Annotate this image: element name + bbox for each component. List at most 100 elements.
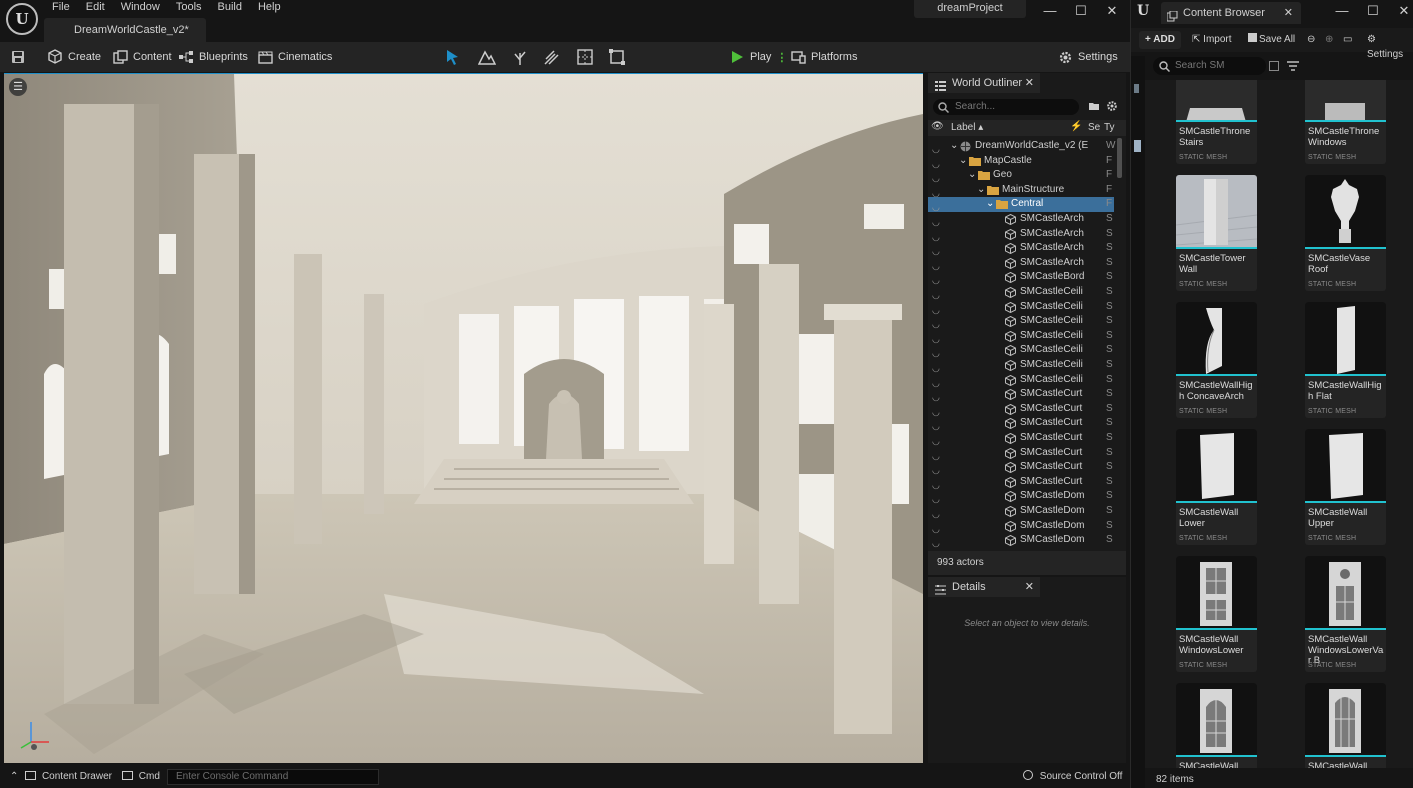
sources-scrollbar[interactable] (1134, 140, 1141, 152)
landscape-mode-icon[interactable] (477, 48, 497, 66)
outliner-row[interactable]: ◡ SMCastleCeili S (928, 300, 1114, 315)
level-document-tab[interactable]: DreamWorldCastle_v2* (44, 18, 206, 42)
save-button[interactable] (10, 47, 26, 67)
content-button[interactable]: Content (112, 47, 172, 67)
menu-build[interactable]: Build (210, 0, 250, 16)
outliner-row[interactable]: ◡ SMCastleCurt S (928, 416, 1114, 431)
close-button[interactable]: ✕ (1097, 3, 1127, 19)
asset-tile[interactable]: SMCastleWall WindowsUpperSTATIC MESH (1176, 683, 1257, 768)
create-button[interactable]: Create (47, 47, 101, 67)
outliner-row[interactable]: ◡ ⌄ MapCastle F (928, 154, 1114, 169)
maximize-button[interactable]: ☐ (1066, 3, 1096, 19)
add-button[interactable]: + ADD (1139, 31, 1181, 49)
close-tab-icon[interactable]: ✕ (1025, 73, 1034, 93)
level-viewport[interactable]: ☰ (4, 73, 923, 763)
source-control-button[interactable]: Source Control Off (1023, 770, 1122, 784)
mesh-paint-mode-icon[interactable] (543, 48, 561, 66)
outliner-row[interactable]: ◡ SMCastleCurt S (928, 446, 1114, 461)
outliner-row[interactable]: ◡ SMCastleCurt S (928, 402, 1114, 417)
sequencer-column-icon[interactable]: ⚡ (1070, 121, 1082, 132)
save-search-icon[interactable] (1269, 61, 1279, 74)
asset-tile[interactable]: SMCastleVase Roof STATIC MESH (1305, 175, 1386, 291)
label-column-header[interactable]: Label ▴ (951, 122, 983, 133)
sources-toggle[interactable] (1134, 84, 1139, 93)
outliner-row[interactable]: ◡ SMCastleArch S (928, 241, 1114, 256)
cb-settings-button[interactable]: ⚙ Settings (1367, 32, 1413, 62)
outliner-row[interactable]: ◡ ⌄ Central F (928, 197, 1114, 212)
visibility-eye-icon[interactable]: ◡ (932, 536, 940, 550)
console-command-input[interactable]: Enter Console Command (167, 769, 379, 785)
sources-panel-collapsed[interactable] (1131, 56, 1145, 788)
asset-tile[interactable]: SMCastleWall WindowsUpperVar BSTATIC MES… (1305, 683, 1386, 768)
outliner-row[interactable]: ◡ SMCastleCeili S (928, 373, 1114, 388)
asset-tile[interactable]: SMCastleWall WindowsLower STATIC MESH (1176, 556, 1257, 672)
asset-tile[interactable]: SMCastleWall WindowsLowerVar B STATIC MES… (1305, 556, 1386, 672)
world-outliner-tab[interactable]: World Outliner ✕ (928, 73, 1040, 93)
foliage-mode-icon[interactable] (511, 48, 529, 66)
unreal-logo-icon[interactable]: U (1137, 3, 1157, 23)
save-all-button[interactable]: Save All (1248, 32, 1295, 47)
cb-minimize-button[interactable]: — (1327, 3, 1357, 19)
type-column-header[interactable]: Ty (1104, 122, 1115, 133)
asset-tile[interactable]: SMCastleWall Upper STATIC MESH (1305, 429, 1386, 545)
outliner-row[interactable]: ◡ SMCastleCeili S (928, 343, 1114, 358)
chevron-down-icon[interactable]: ⌄ (977, 183, 985, 197)
chevron-down-icon[interactable]: ⌄ (950, 139, 958, 153)
outliner-row[interactable]: ◡ SMCastleArch S (928, 212, 1114, 227)
outliner-row[interactable]: ◡ SMCastleDom S (928, 489, 1114, 504)
outliner-row[interactable]: ◡ SMCastleDom S (928, 519, 1114, 534)
asset-tile[interactable]: SMCastleWallHigh ConcaveArch STATIC MESH (1176, 302, 1257, 418)
asset-tile[interactable]: SMCastleWall Lower STATIC MESH (1176, 429, 1257, 545)
history-back-icon[interactable]: ⊖ (1307, 32, 1315, 47)
cb-maximize-button[interactable]: ☐ (1358, 3, 1388, 19)
outliner-row[interactable]: ◡ SMCastleCurt S (928, 460, 1114, 475)
chevron-down-icon[interactable]: ⌄ (968, 168, 976, 182)
outliner-row[interactable]: ◡ ⌄ DreamWorldCastle_v2 (E W (928, 139, 1115, 154)
details-tab[interactable]: Details ✕ (928, 577, 1040, 597)
asset-tile[interactable]: SMCastleThrone Stairs STATIC MESH (1176, 80, 1257, 164)
outliner-row[interactable]: ◡ SMCastleCeili S (928, 314, 1114, 329)
asset-tile[interactable]: SMCastleTower Wall STATIC MESH (1176, 175, 1257, 291)
unreal-logo-icon[interactable]: U (6, 3, 38, 35)
play-button[interactable]: Play ⋮ (729, 47, 787, 67)
close-tab-icon[interactable]: ✕ (1284, 2, 1293, 24)
outliner-row[interactable]: ◡ SMCastleArch S (928, 227, 1114, 242)
content-drawer-button[interactable]: ⌃ Content Drawer (10, 770, 112, 784)
close-tab-icon[interactable]: ✕ (1025, 577, 1034, 597)
play-options-icon[interactable]: ⋮ (776, 51, 787, 64)
settings-button[interactable]: Settings (1057, 47, 1118, 67)
outliner-row[interactable]: ◡ SMCastleCeili S (928, 358, 1114, 373)
menu-tools[interactable]: Tools (168, 0, 210, 16)
outliner-row[interactable]: ◡ ⌄ Geo F (928, 168, 1114, 183)
menu-edit[interactable]: Edit (78, 0, 113, 16)
outliner-row[interactable]: ◡ SMCastleDom S (928, 533, 1114, 548)
outliner-settings-icon[interactable] (1106, 100, 1118, 115)
cmd-button[interactable]: Cmd (122, 770, 160, 784)
asset-tile[interactable]: SMCastleWallHigh Flat STATIC MESH (1305, 302, 1386, 418)
filter-icon[interactable] (1287, 61, 1299, 74)
outliner-row[interactable]: ◡ SMCastleArch S (928, 256, 1114, 271)
fracture-mode-icon[interactable] (576, 48, 594, 66)
se-column-header[interactable]: Se (1088, 122, 1100, 133)
menu-help[interactable]: Help (250, 0, 289, 16)
menu-file[interactable]: File (44, 0, 78, 16)
viewport-options-menu-icon[interactable]: ☰ (9, 78, 27, 96)
outliner-row[interactable]: ◡ SMCastleBord S (928, 270, 1114, 285)
outliner-scrollbar[interactable] (1117, 138, 1122, 178)
outliner-row[interactable]: ◡ SMCastleDom S (928, 504, 1114, 519)
folder-icon[interactable]: ▭ (1343, 32, 1352, 47)
outliner-row[interactable]: ◡ SMCastleCeili S (928, 285, 1114, 300)
select-mode-icon[interactable] (444, 48, 462, 66)
blueprints-button[interactable]: Blueprints (178, 47, 248, 67)
visibility-column-icon[interactable]: 👁 (931, 121, 944, 132)
modeling-mode-icon[interactable] (608, 48, 626, 66)
menu-window[interactable]: Window (113, 0, 168, 16)
outliner-search-input[interactable]: Search... (933, 99, 1079, 115)
import-button[interactable]: ⇱ Import (1192, 32, 1232, 47)
platforms-button[interactable]: Platforms (790, 47, 857, 67)
outliner-row[interactable]: ◡ SMCastleCurt S (928, 387, 1114, 402)
minimize-button[interactable]: — (1035, 3, 1065, 19)
cinematics-button[interactable]: Cinematics (257, 47, 332, 67)
outliner-row[interactable]: ◡ SMCastleCeili S (928, 329, 1114, 344)
outliner-row[interactable]: ◡ ⌄ MainStructure F (928, 183, 1114, 198)
